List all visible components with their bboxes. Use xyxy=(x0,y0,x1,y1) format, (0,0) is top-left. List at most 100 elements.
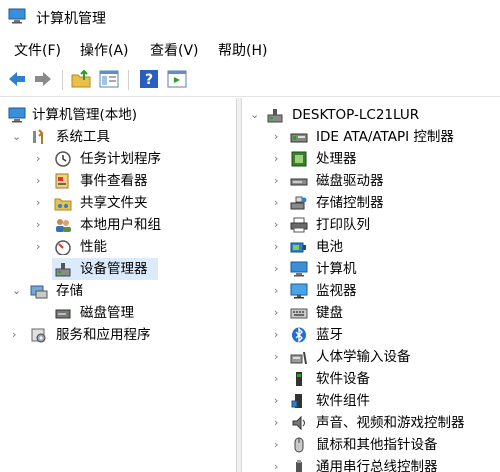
toolbar: ? xyxy=(0,64,500,97)
toolbar-separator xyxy=(128,70,129,90)
performance-gauge-icon xyxy=(54,239,72,255)
device-category-label: 声音、视频和游戏控制器 xyxy=(316,415,465,431)
event-viewer-icon xyxy=(54,173,72,189)
tree-item-label: 系统工具 xyxy=(56,129,110,145)
chevron-right-icon[interactable]: › xyxy=(274,126,284,148)
ide-controller-icon xyxy=(290,129,308,145)
chevron-down-icon[interactable]: ⌄ xyxy=(250,104,260,126)
device-category-label: 蓝牙 xyxy=(316,327,343,343)
navigation-tree: 计算机管理(本地) ⌄ 系统工具 › 任务计划程序 › 事件查看器 › 共享文件… xyxy=(0,98,236,472)
help-icon[interactable]: ? xyxy=(138,68,160,90)
services-icon xyxy=(30,327,48,343)
svg-text:?: ? xyxy=(145,72,153,88)
chevron-right-icon[interactable]: › xyxy=(36,236,46,258)
chevron-right-icon[interactable]: › xyxy=(274,192,284,214)
device-category[interactable]: › 打印队列 xyxy=(242,214,500,236)
device-category[interactable]: › 蓝牙 xyxy=(242,324,500,346)
chevron-right-icon[interactable]: › xyxy=(36,170,46,192)
tree-item-task-scheduler[interactable]: › 任务计划程序 xyxy=(0,148,236,170)
device-category[interactable]: › 声音、视频和游戏控制器 xyxy=(242,412,500,434)
tree-item-label: 设备管理器 xyxy=(80,261,148,277)
menu-bar: 文件(F) 操作(A) 查看(V) 帮助(H) xyxy=(0,36,500,62)
chevron-right-icon[interactable]: › xyxy=(274,324,284,346)
mouse-icon xyxy=(290,437,308,453)
chevron-right-icon[interactable]: › xyxy=(274,214,284,236)
device-category-label: 鼠标和其他指针设备 xyxy=(316,437,438,453)
back-arrow-icon[interactable] xyxy=(6,68,28,90)
tree-item-local-users[interactable]: › 本地用户和组 xyxy=(0,214,236,236)
storage-icon xyxy=(30,283,48,299)
chevron-right-icon[interactable]: › xyxy=(274,148,284,170)
device-category[interactable]: › 磁盘驱动器 xyxy=(242,170,500,192)
chevron-right-icon[interactable]: › xyxy=(274,368,284,390)
chevron-right-icon[interactable]: › xyxy=(12,324,22,346)
device-category[interactable]: › 软件设备 xyxy=(242,368,500,390)
device-category-label: 处理器 xyxy=(316,151,357,167)
chevron-right-icon[interactable]: › xyxy=(36,214,46,236)
chevron-right-icon[interactable]: › xyxy=(274,236,284,258)
menu-file[interactable]: 文件(F) xyxy=(14,40,61,60)
device-category[interactable]: › 键盘 xyxy=(242,302,500,324)
device-category-label: 存储控制器 xyxy=(316,195,384,211)
device-category[interactable]: › IDE ATA/ATAPI 控制器 xyxy=(242,126,500,148)
keyboard-icon xyxy=(290,305,308,321)
battery-icon xyxy=(290,239,308,255)
tree-item-performance[interactable]: › 性能 xyxy=(0,236,236,258)
computer-name: DESKTOP-LC21LUR xyxy=(292,107,420,123)
chevron-right-icon[interactable]: › xyxy=(36,192,46,214)
menu-action[interactable]: 操作(A) xyxy=(80,40,129,60)
menu-help[interactable]: 帮助(H) xyxy=(218,40,267,60)
tree-item-label: 服务和应用程序 xyxy=(56,327,151,343)
disk-drive-icon xyxy=(290,173,308,189)
users-icon xyxy=(54,217,72,233)
chevron-right-icon[interactable]: › xyxy=(274,456,284,472)
chevron-down-icon[interactable]: ⌄ xyxy=(12,280,22,302)
device-category[interactable]: › 电池 xyxy=(242,236,500,258)
chevron-right-icon[interactable]: › xyxy=(274,412,284,434)
device-category[interactable]: › 人体学输入设备 xyxy=(242,346,500,368)
device-category-label: 电池 xyxy=(316,239,343,255)
printer-icon xyxy=(290,217,308,233)
tree-item-label: 事件查看器 xyxy=(80,173,148,189)
show-hide-tree-icon[interactable] xyxy=(98,68,120,90)
chevron-right-icon[interactable]: › xyxy=(274,346,284,368)
tree-item-label: 共享文件夹 xyxy=(80,195,148,211)
chevron-right-icon[interactable]: › xyxy=(274,170,284,192)
device-category[interactable]: › 处理器 xyxy=(242,148,500,170)
tree-item-storage[interactable]: ⌄ 存储 xyxy=(0,280,236,302)
device-category[interactable]: › 鼠标和其他指针设备 xyxy=(242,434,500,456)
sound-icon xyxy=(290,415,308,431)
tree-item-disk-management[interactable]: 磁盘管理 xyxy=(0,302,236,324)
chevron-right-icon[interactable]: › xyxy=(36,148,46,170)
chevron-right-icon[interactable]: › xyxy=(274,302,284,324)
chevron-right-icon[interactable]: › xyxy=(274,280,284,302)
device-category[interactable]: › 通用串行总线控制器 xyxy=(242,456,500,472)
disk-management-icon xyxy=(54,305,72,321)
chevron-down-icon[interactable]: ⌄ xyxy=(12,126,22,148)
tree-item-device-manager[interactable]: 设备管理器 xyxy=(52,258,158,280)
device-category[interactable]: › 存储控制器 xyxy=(242,192,500,214)
chevron-right-icon[interactable]: › xyxy=(274,258,284,280)
tree-item-system-tools[interactable]: ⌄ 系统工具 xyxy=(0,126,236,148)
computer-management-icon xyxy=(8,107,26,123)
tree-item-label: 性能 xyxy=(80,239,107,255)
tools-icon xyxy=(30,129,48,145)
chevron-right-icon[interactable]: › xyxy=(274,390,284,412)
tree-item-services-apps[interactable]: › 服务和应用程序 xyxy=(0,324,236,346)
tree-item-label: 任务计划程序 xyxy=(80,151,161,167)
device-category[interactable]: › 监视器 xyxy=(242,280,500,302)
menu-view[interactable]: 查看(V) xyxy=(150,40,199,60)
device-list: ⌄ DESKTOP-LC21LUR › IDE ATA/ATAPI 控制器 › … xyxy=(242,98,500,472)
action-pane-icon[interactable] xyxy=(166,68,188,90)
device-manager-icon xyxy=(54,261,72,277)
tree-item-event-viewer[interactable]: › 事件查看器 xyxy=(0,170,236,192)
chevron-right-icon[interactable]: › xyxy=(274,434,284,456)
device-root[interactable]: ⌄ DESKTOP-LC21LUR xyxy=(242,104,500,126)
up-folder-icon[interactable] xyxy=(70,68,92,90)
tree-item-label: 计算机管理(本地) xyxy=(32,107,138,123)
tree-item-computer-management[interactable]: 计算机管理(本地) xyxy=(0,104,236,126)
tree-item-shared-folders[interactable]: › 共享文件夹 xyxy=(0,192,236,214)
device-category[interactable]: › 计算机 xyxy=(242,258,500,280)
forward-arrow-icon[interactable] xyxy=(32,68,54,90)
device-category[interactable]: › 软件组件 xyxy=(242,390,500,412)
